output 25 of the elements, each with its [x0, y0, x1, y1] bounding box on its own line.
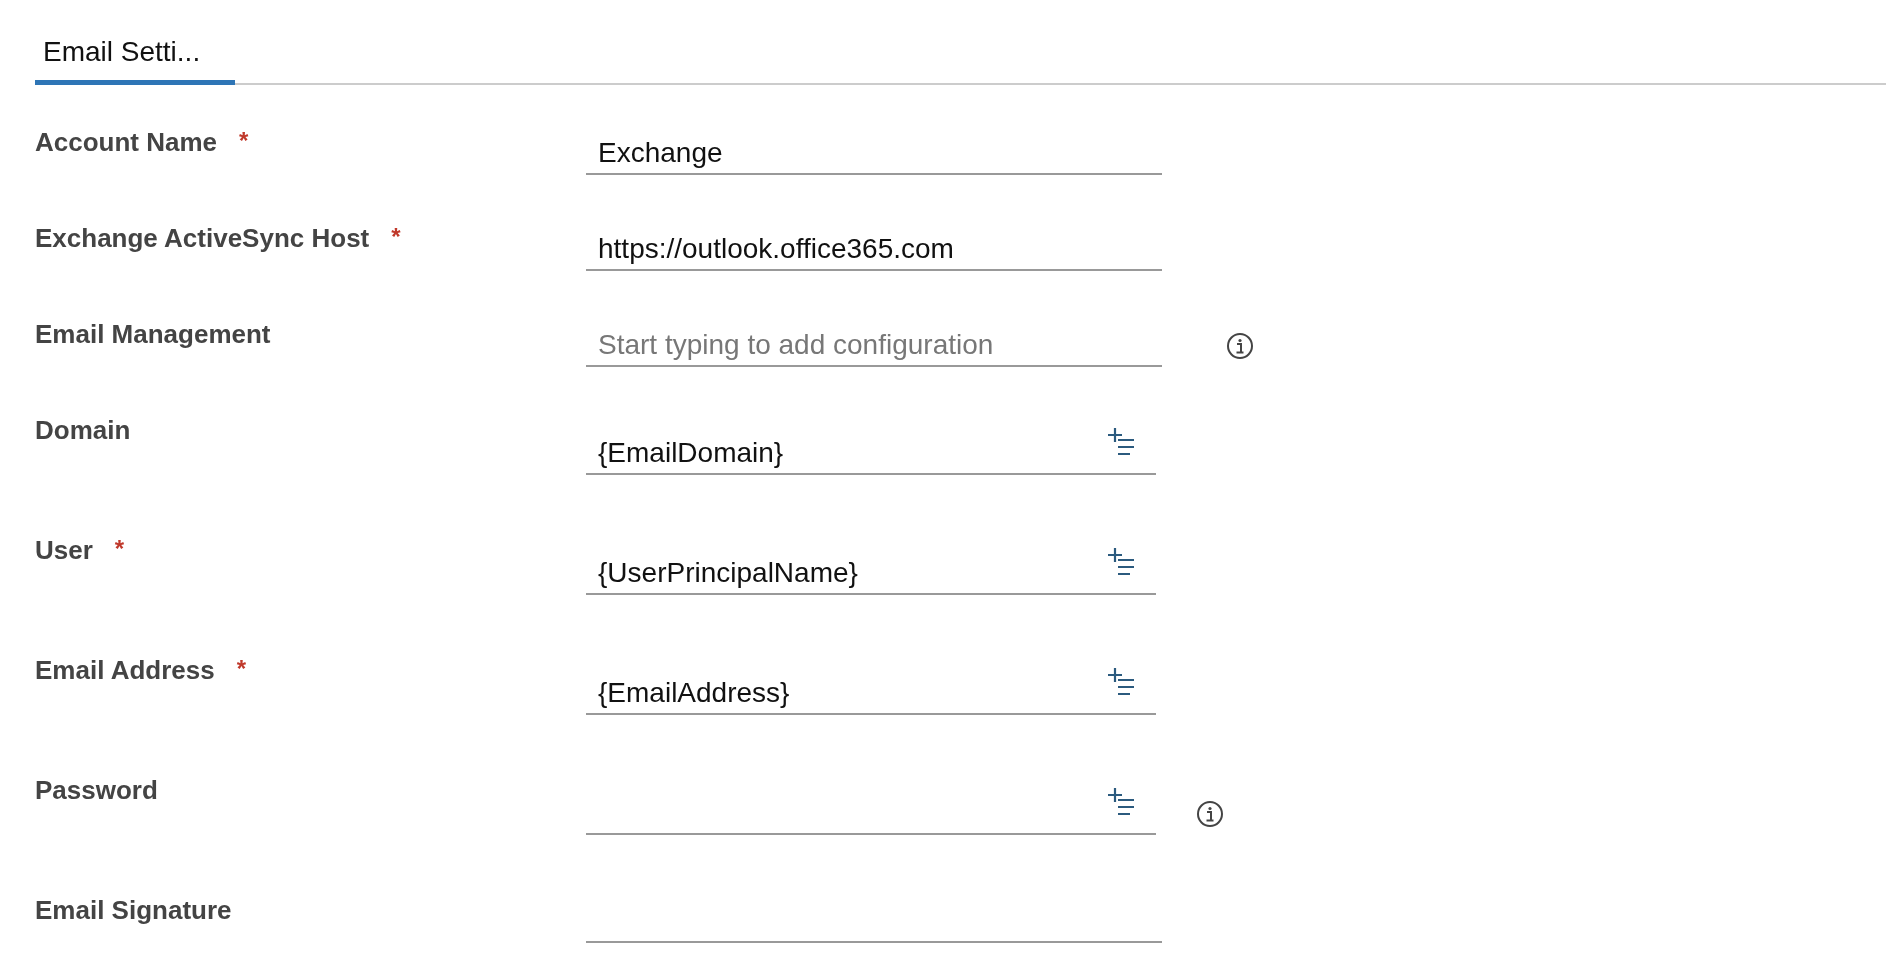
input-field[interactable]: Exchange: [586, 133, 1162, 175]
insert-lookup-icon[interactable]: [1106, 667, 1136, 695]
field-label: Email Management: [35, 319, 271, 350]
required-asterisk: *: [114, 535, 125, 563]
field-label: Account Name: [35, 127, 218, 158]
field-label: Domain: [35, 415, 131, 446]
field-label: Email Signature: [35, 895, 232, 926]
insert-lookup-icon[interactable]: [1106, 787, 1136, 815]
required-asterisk: *: [391, 223, 401, 251]
required-asterisk: *: [239, 127, 249, 155]
input-field[interactable]: Start typing to add configuration: [586, 325, 1162, 367]
field-label: Password: [35, 775, 158, 806]
field-label: Exchange ActiveSync Host: [35, 223, 370, 254]
info-icon[interactable]: [1196, 800, 1224, 828]
field-label: Email Address: [35, 655, 215, 686]
input-field[interactable]: {EmailAddress}: [586, 673, 1156, 715]
insert-lookup-icon[interactable]: [1106, 427, 1136, 455]
required-asterisk: *: [236, 655, 246, 683]
field-label: User: [35, 535, 93, 566]
input-field[interactable]: {EmailDomain}: [586, 433, 1156, 475]
input-field[interactable]: https://outlook.office365.com: [586, 229, 1162, 271]
insert-lookup-icon[interactable]: [1106, 547, 1136, 575]
input-field[interactable]: {UserPrincipalName}: [586, 553, 1156, 595]
tab[interactable]: Email Setti...: [35, 36, 235, 85]
info-icon[interactable]: [1226, 332, 1254, 360]
